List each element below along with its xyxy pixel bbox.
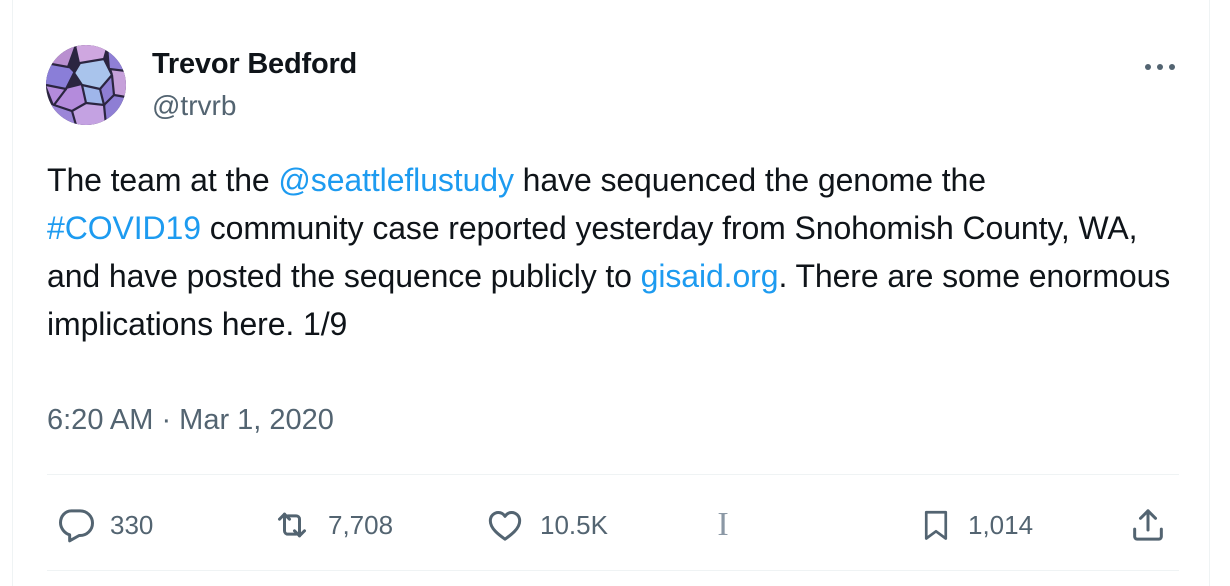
tweet-text-segment: have sequenced the genome the [513, 162, 986, 198]
url-link[interactable]: gisaid.org [641, 258, 779, 294]
mention-link[interactable]: @seattleflustudy [278, 162, 514, 198]
retweet-icon [278, 512, 306, 538]
reply-icon [59, 509, 94, 543]
divider [47, 570, 1179, 571]
tweet-text-segment: The team at the [47, 162, 279, 198]
bookmark-count: 1,014 [968, 509, 1034, 540]
reply-count: 330 [110, 509, 154, 540]
avatar[interactable] [46, 45, 126, 125]
retweet-button[interactable]: 7,708 [270, 503, 393, 547]
bookmark-button[interactable]: 1,014 [918, 503, 1033, 547]
views-button[interactable]: I [712, 503, 734, 547]
bookmark-icon [924, 510, 948, 540]
tweet-text: The team at the @seattleflustudy have se… [47, 156, 1197, 348]
divider [47, 474, 1179, 475]
views-icon: I [717, 506, 729, 543]
timestamp[interactable]: 6:20 AM · Mar 1, 2020 [47, 404, 334, 437]
like-count: 10.5K [540, 509, 608, 540]
share-button[interactable] [1128, 503, 1168, 547]
author-handle[interactable]: @trvrb [152, 90, 236, 122]
author-name[interactable]: Trevor Bedford [152, 48, 357, 81]
avatar-image [46, 45, 126, 125]
share-icon [1133, 509, 1163, 541]
more-icon[interactable] [1140, 52, 1180, 82]
reply-button[interactable]: 330 [56, 503, 153, 547]
retweet-count: 7,708 [328, 509, 394, 540]
like-button[interactable]: 10.5K [484, 503, 608, 547]
hashtag-link[interactable]: #COVID19 [47, 210, 201, 246]
heart-icon [488, 511, 522, 541]
